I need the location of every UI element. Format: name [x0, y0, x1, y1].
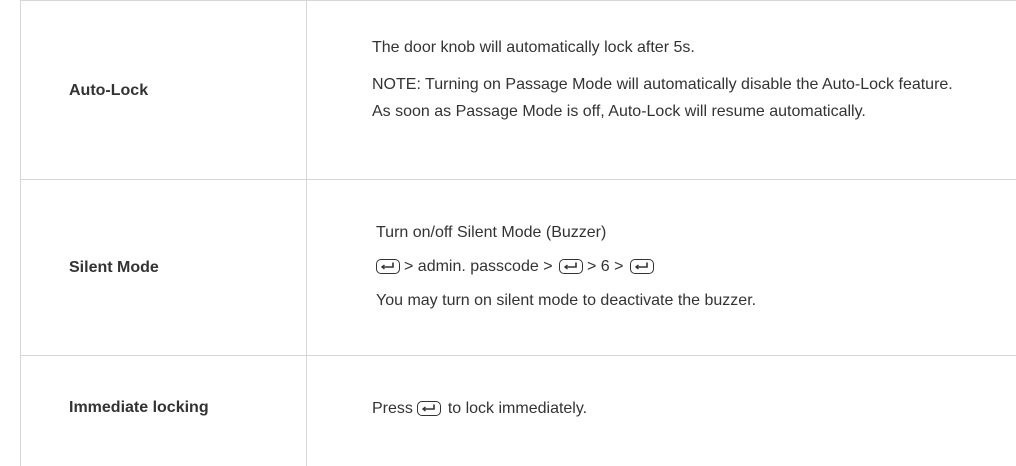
- table-row-auto-lock: Auto-Lock The door knob will automatical…: [21, 0, 1016, 180]
- immediate-locking-instruction: Press to lock immediately.: [372, 396, 972, 422]
- row-label-auto-lock: Auto-Lock: [69, 82, 149, 99]
- auto-lock-note: NOTE: Turning on Passage Mode will autom…: [372, 76, 953, 120]
- row-content-auto-lock: The door knob will automatically lock af…: [372, 35, 972, 125]
- row-content-immediate-locking: Press to lock immediately.: [372, 396, 972, 422]
- sequence-step-six: > 6 >: [587, 258, 624, 275]
- silent-mode-title: Turn on/off Silent Mode (Buzzer): [376, 224, 607, 241]
- table-row-immediate-locking: Immediate locking Press to lock immediat…: [21, 356, 1016, 466]
- sequence-step-admin-passcode: > admin. passcode >: [404, 258, 553, 275]
- row-label-silent-mode: Silent Mode: [69, 259, 159, 276]
- settings-table: Auto-Lock The door knob will automatical…: [20, 0, 1016, 466]
- enter-key-icon: [376, 259, 400, 274]
- auto-lock-description: The door knob will automatically lock af…: [372, 39, 695, 56]
- press-text: Press: [372, 400, 413, 417]
- row-label-immediate-locking: Immediate locking: [69, 399, 209, 416]
- table-row-silent-mode: Silent Mode Turn on/off Silent Mode (Buz…: [21, 180, 1016, 356]
- enter-key-icon: [417, 401, 442, 416]
- lock-immediately-text: to lock immediately.: [447, 400, 588, 417]
- enter-key-icon: [559, 259, 583, 274]
- silent-mode-sequence: > admin. passcode > > 6 >: [376, 254, 976, 280]
- silent-mode-note: You may turn on silent mode to deactivat…: [376, 292, 757, 309]
- enter-key-icon: [629, 259, 654, 274]
- row-content-silent-mode: Turn on/off Silent Mode (Buzzer) > admin…: [376, 220, 976, 322]
